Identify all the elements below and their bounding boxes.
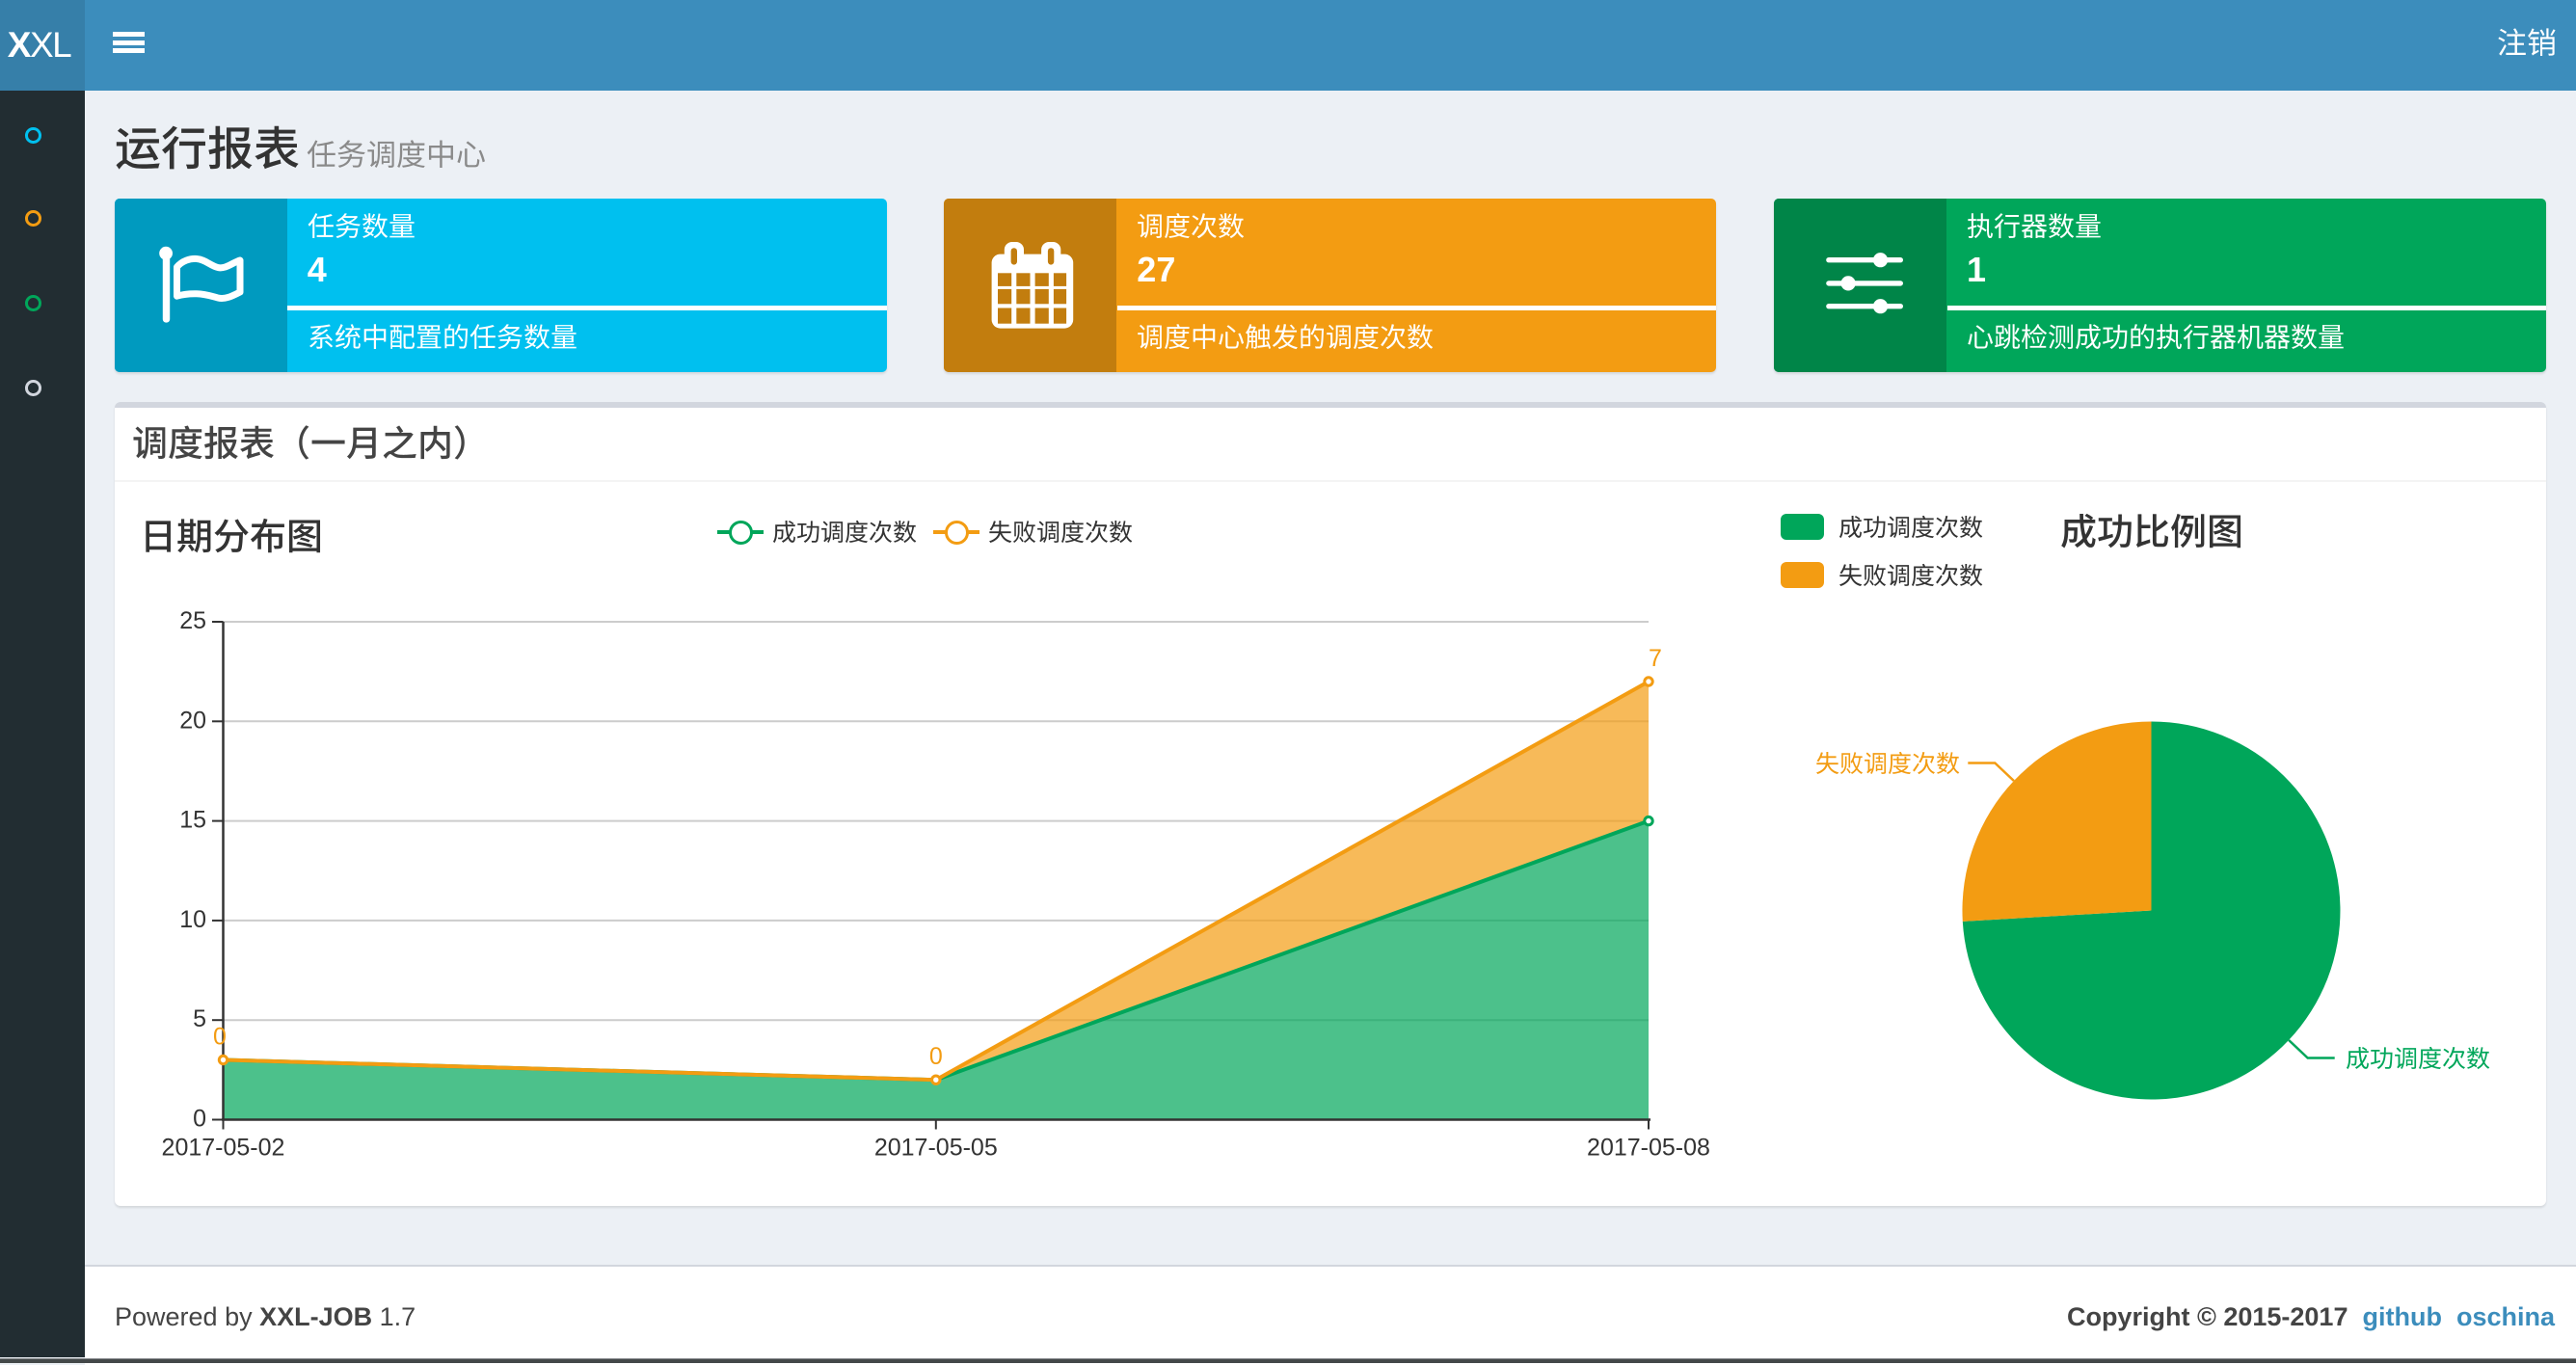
svg-text:0: 0 (193, 1106, 206, 1133)
svg-text:25: 25 (179, 607, 206, 634)
svg-text:20: 20 (179, 707, 206, 734)
svg-text:2017-05-08: 2017-05-08 (1587, 1135, 1710, 1162)
svg-text:2017-05-05: 2017-05-05 (874, 1135, 998, 1162)
svg-text:10: 10 (179, 906, 206, 933)
svg-text:0: 0 (213, 1024, 227, 1051)
svg-text:15: 15 (179, 807, 206, 834)
svg-text:0: 0 (929, 1043, 943, 1070)
svg-text:2017-05-02: 2017-05-02 (162, 1135, 285, 1162)
svg-text:5: 5 (193, 1005, 206, 1032)
svg-text:7: 7 (1649, 645, 1662, 672)
